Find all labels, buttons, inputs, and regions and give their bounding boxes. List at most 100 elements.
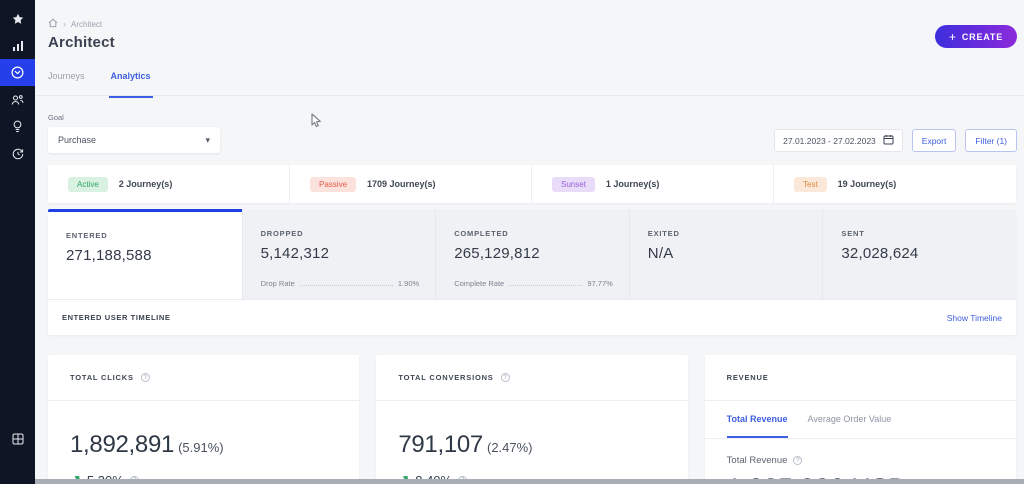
info-icon[interactable]	[793, 456, 803, 465]
stat-value: 265,129,812	[454, 245, 540, 262]
metric-value: 791,107	[398, 431, 483, 458]
revenue-label: Total Revenue	[726, 455, 788, 466]
grid-icon	[12, 433, 24, 445]
main-content: Architect Architect CREATE Journeys Anal…	[35, 0, 1024, 484]
team-icon	[11, 94, 24, 106]
journey-count: 19 Journey(s)	[837, 179, 897, 189]
bar-chart-icon	[12, 40, 24, 52]
sidebar-item-audience[interactable]	[0, 86, 35, 113]
tab-analytics[interactable]: Analytics	[108, 71, 153, 98]
plus-icon	[949, 31, 957, 43]
sidebar-item-architect[interactable]	[0, 59, 35, 86]
tab-average-order-value[interactable]: Average Order Value	[808, 401, 892, 438]
tab-journeys[interactable]: Journeys	[48, 71, 85, 89]
export-button[interactable]: Export	[911, 129, 957, 152]
date-range-value: 27.01.2023 - 27.02.2023	[783, 135, 876, 146]
card-title: REVENUE	[726, 373, 769, 382]
stat-exited[interactable]: EXITED N/A	[628, 209, 823, 299]
timeline-label: ENTERED USER TIMELINE	[62, 313, 171, 322]
entered-user-timeline-row: ENTERED USER TIMELINE Show Timeline	[48, 299, 1016, 335]
create-button-label: CREATE	[961, 31, 1003, 42]
status-badge: Active	[68, 176, 108, 192]
metric-rate: (2.47%)	[486, 440, 533, 455]
sidebar-item-favorites[interactable]	[0, 5, 35, 32]
info-icon[interactable]	[500, 373, 510, 382]
star-icon	[12, 13, 24, 25]
metric-value-row: 1,892,891 (5.91%)	[70, 431, 337, 459]
status-badge: Test	[794, 176, 827, 192]
page-tabs: Journeys Analytics	[48, 71, 153, 98]
breadcrumb-item[interactable]: Architect	[71, 20, 102, 29]
stat-subrow: Complete Rate 97.77%	[454, 279, 613, 288]
journey-stats-row: ENTERED 271,188,588 DROPPED 5,142,312 Dr…	[48, 209, 1016, 299]
window-bottom-edge	[35, 479, 1024, 484]
stat-sub-value: 97.77%	[587, 279, 613, 288]
sidebar-item-ideas[interactable]	[0, 113, 35, 140]
journey-status-sunset: Sunset 1 Journey(s)	[532, 165, 774, 203]
stat-value: 271,188,588	[66, 247, 152, 264]
card-header: TOTAL CLICKS	[48, 355, 360, 401]
stat-completed[interactable]: COMPLETED 265,129,812 Complete Rate 97.7…	[435, 209, 629, 299]
card-body: Total Revenue 1,985,836 USD	[705, 439, 1016, 484]
card-title: TOTAL CONVERSIONS	[398, 373, 494, 382]
date-and-actions: 27.01.2023 - 27.02.2023 Export Filter (1…	[774, 129, 1017, 152]
stat-sub-label: Complete Rate	[454, 279, 505, 288]
revenue-label-row: Total Revenue	[727, 455, 994, 466]
stat-label: COMPLETED	[454, 229, 509, 238]
journey-count: 1 Journey(s)	[605, 179, 660, 189]
app-sidebar	[0, 0, 35, 484]
stat-sub-label: Drop Rate	[260, 279, 295, 288]
card-title: TOTAL CLICKS	[70, 373, 134, 382]
journey-count: 1709 Journey(s)	[367, 179, 436, 189]
lightbulb-icon	[12, 120, 23, 133]
sidebar-item-analytics[interactable]	[0, 32, 35, 59]
create-button[interactable]: CREATE	[935, 25, 1017, 48]
journey-status-passive: Passive 1709 Journey(s)	[290, 165, 532, 203]
card-header: REVENUE	[704, 355, 1016, 401]
stat-label: ENTERED	[66, 231, 108, 240]
card-body: 1,892,891(5.91%) 5.30% compared to previ…	[48, 401, 359, 484]
journey-status-test: Test 19 Journey(s)	[774, 165, 1016, 203]
show-timeline-link[interactable]: Show Timeline	[947, 313, 1002, 323]
page-title: Architect	[48, 34, 115, 51]
journey-status-active: Active 2 Journey(s)	[48, 165, 290, 203]
filter-button[interactable]: Filter (1)	[965, 129, 1017, 152]
revenue-card: REVENUE Total Revenue Average Order Valu…	[704, 355, 1016, 484]
total-clicks-card: TOTAL CLICKS 1,892,891(5.91%) 5.30% comp…	[48, 355, 360, 484]
breadcrumb: Architect	[48, 18, 102, 30]
stat-value: N/A	[647, 245, 674, 262]
metric-value: 1,892,891	[70, 431, 175, 458]
history-icon	[12, 148, 24, 160]
stat-label: DROPPED	[260, 229, 304, 238]
stat-dropped[interactable]: DROPPED 5,142,312 Drop Rate 1.90%	[241, 209, 436, 299]
metric-value-row: 791,107 (2.47%)	[398, 431, 665, 459]
goal-select[interactable]: Purchase	[48, 127, 220, 153]
architect-icon	[11, 66, 24, 79]
sidebar-item-history[interactable]	[0, 140, 35, 167]
stat-label: EXITED	[647, 229, 680, 238]
revenue-tabs: Total Revenue Average Order Value	[704, 401, 1016, 439]
sidebar-item-apps[interactable]	[0, 425, 35, 452]
dotted-leader	[299, 285, 393, 286]
card-header: TOTAL CONVERSIONS	[376, 355, 688, 401]
dotted-leader	[509, 285, 583, 286]
status-badge: Passive	[310, 176, 357, 192]
goal-label: Goal	[48, 113, 64, 122]
stat-entered[interactable]: ENTERED 271,188,588	[48, 209, 242, 299]
stat-subrow: Drop Rate 1.90%	[261, 279, 420, 288]
calendar-icon	[883, 134, 894, 147]
date-range-picker[interactable]: 27.01.2023 - 27.02.2023	[774, 129, 903, 152]
stat-value: 5,142,312	[260, 245, 330, 262]
stat-value: 32,028,624	[841, 245, 919, 262]
card-body: 791,107(2.47%) 8.40% compared to previou…	[376, 401, 687, 484]
journey-stats-card: ENTERED 271,188,588 DROPPED 5,142,312 Dr…	[48, 209, 1016, 335]
journey-count: 2 Journey(s)	[118, 179, 173, 189]
mouse-cursor	[311, 113, 324, 134]
tab-total-revenue[interactable]: Total Revenue	[726, 401, 788, 438]
home-icon[interactable]	[48, 18, 58, 30]
info-icon[interactable]	[140, 373, 150, 382]
metrics-row: TOTAL CLICKS 1,892,891(5.91%) 5.30% comp…	[48, 355, 1016, 484]
chevron-down-icon	[205, 135, 210, 146]
stat-sent[interactable]: SENT 32,028,624	[822, 209, 1016, 299]
metric-rate: (5.91%)	[178, 440, 224, 455]
